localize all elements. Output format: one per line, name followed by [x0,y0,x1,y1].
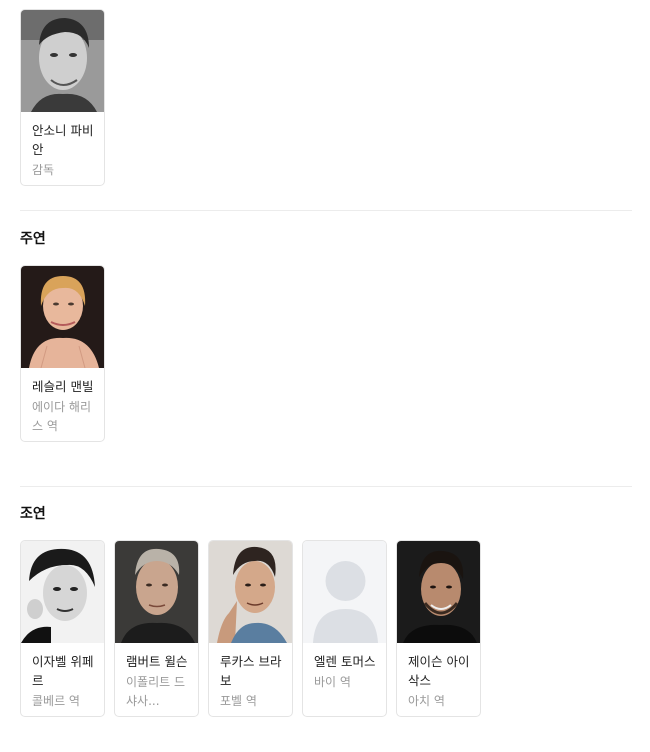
person-photo [397,541,480,643]
person-role: 감독 [32,163,55,177]
section-divider [20,486,632,487]
section-divider [20,210,632,211]
person-card-supporting[interactable]: 램버트 윌슨 이폴리트 드 샤사... [114,540,199,717]
person-name: 레슬리 맨빌 [32,379,94,394]
person-role: 이폴리트 드 샤사... [126,675,186,708]
person-role: 포벨 역 [220,694,257,708]
person-role: 아치 역 [408,694,445,708]
person-card-supporting[interactable]: 제이슨 아이삭스 아치 역 [396,540,481,717]
person-card-director[interactable]: 안소니 파비안 감독 [20,9,105,186]
section-title-supporting: 조연 [20,506,46,522]
person-role: 콜베르 역 [32,694,80,708]
person-photo [21,10,104,112]
person-name: 이자벨 위페르 [32,654,94,688]
person-name: 안소니 파비안 [32,123,94,157]
director-cards: 안소니 파비안 감독 [20,9,105,186]
lead-section-header: 주연 [20,230,632,248]
person-photo [21,541,104,643]
person-photo [21,266,104,368]
person-card-lead[interactable]: 레슬리 맨빌 에이다 해리스 역 [20,265,105,442]
person-card-supporting[interactable]: 엘렌 토머스 바이 역 [302,540,387,717]
person-card-supporting[interactable]: 이자벨 위페르 콜베르 역 [20,540,105,717]
lead-cards: 레슬리 맨빌 에이다 해리스 역 [20,265,105,442]
section-title-lead: 주연 [20,231,46,247]
person-photo [115,541,198,643]
person-name: 제이슨 아이삭스 [408,654,470,688]
person-name: 엘렌 토머스 [314,654,376,669]
person-name: 램버트 윌슨 [126,654,188,669]
supporting-cards: 이자벨 위페르 콜베르 역 램버트 윌슨 이폴리트 드 샤사... 루카스 브라… [20,540,481,717]
person-photo [209,541,292,643]
supporting-section-header: 조연 [20,505,632,523]
person-photo [303,541,386,643]
person-role: 에이다 해리스 역 [32,400,92,433]
person-card-supporting[interactable]: 루카스 브라보 포벨 역 [208,540,293,717]
person-role: 바이 역 [314,675,351,689]
placeholder-avatar-icon [303,541,386,643]
person-name: 루카스 브라보 [220,654,282,688]
